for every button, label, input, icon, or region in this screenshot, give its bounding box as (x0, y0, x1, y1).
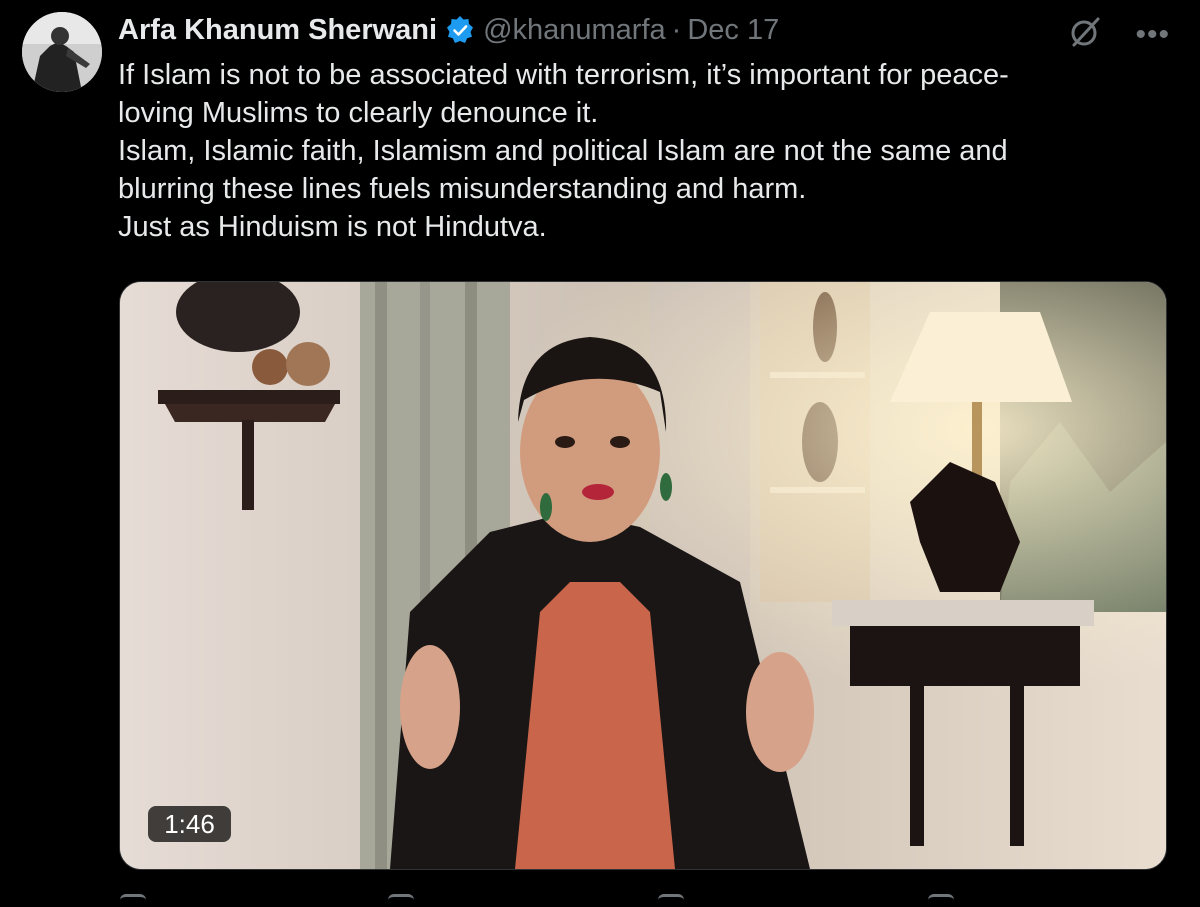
tweet-text-line: blurring these lines fuels misunderstand… (118, 173, 807, 205)
video-duration-badge: 1:46 (148, 806, 231, 842)
like-icon[interactable] (658, 894, 684, 907)
grok-icon[interactable] (1065, 12, 1105, 57)
tweet-text-line: loving Muslims to clearly denounce it. (118, 97, 599, 129)
tweet-top-actions: ••• (1065, 12, 1170, 57)
tweet-text-line: Just as Hinduism is not Hindutva. (118, 211, 547, 243)
tweet-text-line: If Islam is not to be associated with te… (118, 59, 1009, 91)
author-name[interactable]: Arfa Khanum Sherwani (118, 14, 437, 47)
tweet-text: If Islam is not to be associated with te… (118, 56, 1178, 246)
more-icon[interactable]: ••• (1135, 19, 1170, 50)
header-separator: · (671, 13, 682, 46)
reply-icon[interactable] (120, 894, 146, 907)
video-frame (120, 282, 1166, 869)
tweet-date[interactable]: Dec 17 (687, 14, 779, 47)
tweet-text-line: Islam, Islamic faith, Islamism and polit… (118, 135, 1008, 167)
author-avatar[interactable] (22, 12, 102, 92)
tweet-action-bar (118, 888, 1158, 904)
video-player[interactable] (119, 281, 1167, 870)
author-handle[interactable]: @khanumarfa (483, 14, 666, 47)
avatar-image (22, 12, 102, 92)
tweet-header: Arfa Khanum Sherwani @khanumarfa · Dec 1… (118, 10, 779, 50)
retweet-icon[interactable] (388, 894, 414, 907)
verified-badge-icon (445, 15, 475, 45)
views-icon[interactable] (928, 894, 954, 907)
